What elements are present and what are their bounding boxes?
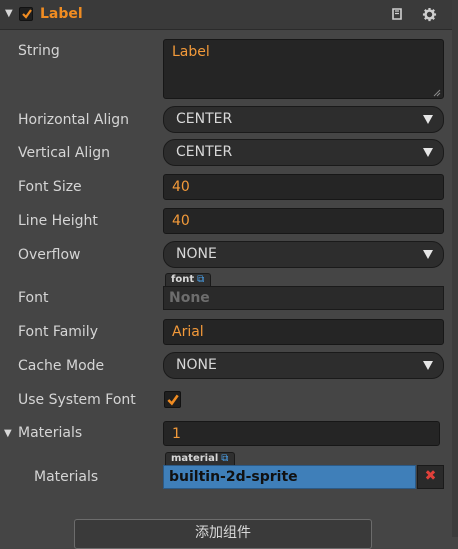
font-family-label: Font Family	[18, 324, 98, 340]
string-label: String	[18, 43, 60, 59]
overflow-label: Overflow	[18, 247, 81, 263]
gear-icon[interactable]	[422, 7, 437, 26]
materials-collapse-arrow-icon[interactable]: ▼	[4, 428, 12, 439]
materials-count-input[interactable]: 1	[163, 421, 440, 446]
dropdown-arrow-icon	[423, 115, 433, 124]
external-link-icon[interactable]: ⧉	[221, 453, 228, 464]
horizontal-align-value: CENTER	[176, 111, 233, 127]
vertical-align-select[interactable]: CENTER	[163, 139, 444, 166]
font-family-input[interactable]: Arial	[163, 319, 444, 345]
use-system-font-label: Use System Font	[18, 392, 136, 408]
component-enabled-checkbox[interactable]	[19, 7, 33, 21]
font-asset-field[interactable]: None	[163, 286, 444, 310]
font-label: Font	[18, 290, 49, 306]
string-textarea[interactable]: Label	[163, 39, 444, 99]
material-asset-tag: material ⧉	[165, 452, 236, 465]
cache-mode-select[interactable]: NONE	[163, 352, 444, 379]
font-tag-text: font	[171, 274, 195, 285]
font-asset-tag: font ⧉	[165, 273, 212, 286]
checkmark-icon	[22, 9, 32, 19]
cache-mode-value: NONE	[176, 357, 217, 373]
add-component-button[interactable]: 添加组件	[74, 519, 372, 549]
collapse-arrow-icon[interactable]: ▼	[5, 8, 13, 19]
font-size-label: Font Size	[18, 179, 82, 195]
horizontal-align-select[interactable]: CENTER	[163, 106, 444, 133]
line-height-label: Line Height	[18, 213, 98, 229]
material-asset-field[interactable]: builtin-2d-sprite	[163, 465, 416, 489]
material-tag-text: material	[171, 453, 219, 464]
line-height-input[interactable]: 40	[163, 208, 444, 234]
resize-handle-icon	[433, 89, 441, 97]
material-item-label: Materials	[34, 469, 99, 485]
overflow-value: NONE	[176, 246, 217, 262]
dropdown-arrow-icon	[423, 250, 433, 259]
materials-label: Materials	[18, 425, 83, 441]
vertical-align-label: Vertical Align	[18, 145, 110, 161]
use-system-font-checkbox[interactable]	[164, 391, 181, 408]
dropdown-arrow-icon	[423, 361, 433, 370]
vertical-align-value: CENTER	[176, 144, 233, 160]
scrollbar[interactable]	[452, 0, 458, 537]
remove-material-button[interactable]: ✖	[417, 465, 444, 489]
font-size-input[interactable]: 40	[163, 174, 444, 200]
dropdown-arrow-icon	[423, 148, 433, 157]
string-value: Label	[172, 44, 210, 60]
book-icon[interactable]	[390, 7, 404, 25]
cache-mode-label: Cache Mode	[18, 358, 105, 374]
checkmark-icon	[167, 394, 179, 406]
component-title: Label	[40, 6, 83, 22]
horizontal-align-label: Horizontal Align	[18, 112, 130, 128]
external-link-icon[interactable]: ⧉	[197, 274, 204, 285]
overflow-select[interactable]: NONE	[163, 241, 444, 268]
